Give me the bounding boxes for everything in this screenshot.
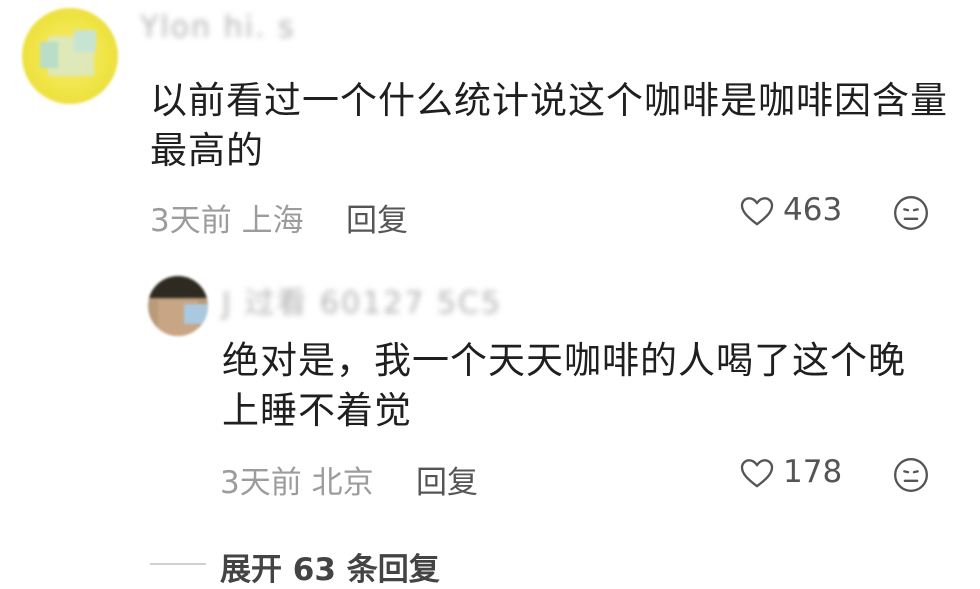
- expand-replies-button[interactable]: 展开 63 条回复: [220, 544, 440, 589]
- divider: [150, 563, 206, 565]
- reply-button[interactable]: 回复: [416, 457, 478, 502]
- avatar[interactable]: [148, 276, 208, 336]
- dislike-button[interactable]: [891, 455, 931, 499]
- neutral-face-icon: [891, 458, 931, 499]
- like-count: 178: [783, 454, 843, 490]
- reply-button[interactable]: 回复: [346, 195, 408, 240]
- username[interactable]: J 过看 60127 5C5: [222, 278, 502, 322]
- heart-icon: [737, 190, 777, 230]
- avatar[interactable]: [22, 8, 118, 104]
- comment-text: 以前看过一个什么统计说这个咖啡是咖啡因含量最高的: [150, 79, 948, 172]
- like-button[interactable]: 463: [737, 190, 842, 230]
- like-button[interactable]: 178: [737, 452, 842, 492]
- reply-text: 绝对是，我一个天天咖啡的人喝了这个晚上睡不着觉: [222, 339, 906, 432]
- heart-icon: [737, 452, 777, 492]
- like-count: 463: [783, 192, 843, 228]
- neutral-face-icon: [891, 196, 931, 237]
- reply-meta: 3天前 北京: [220, 465, 374, 501]
- username[interactable]: Ylon hi. s: [140, 10, 296, 45]
- dislike-button[interactable]: [891, 193, 931, 237]
- comment-meta: 3天前 上海: [150, 203, 304, 239]
